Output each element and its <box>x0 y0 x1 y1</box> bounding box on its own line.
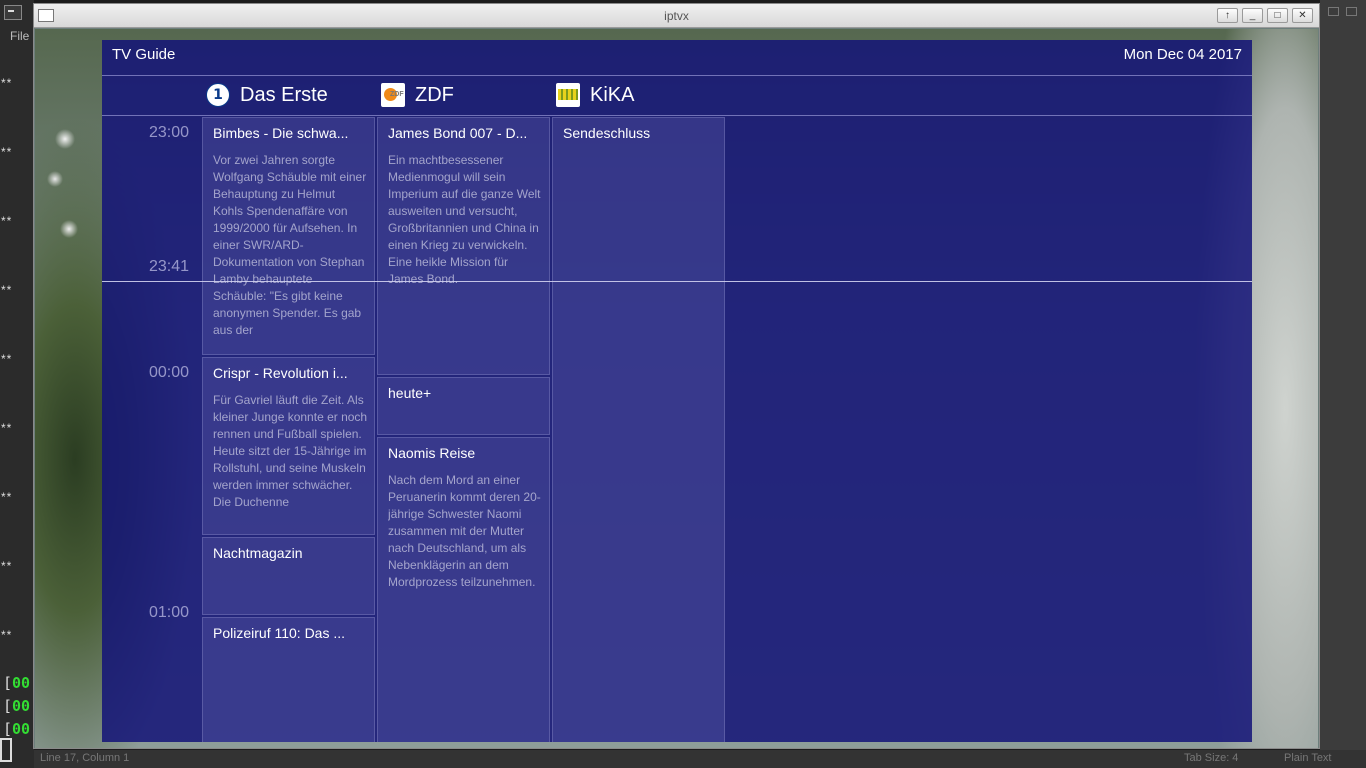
terminal-line: ** <box>1 421 13 435</box>
terminal-line: ** <box>1 214 13 228</box>
channel-name: Das Erste <box>240 83 328 106</box>
terminal-line: [00 <box>3 674 31 692</box>
current-time-indicator <box>102 281 1252 282</box>
program-title: heute+ <box>388 385 432 401</box>
program-title: Sendeschluss <box>563 125 651 141</box>
terminal-line: ** <box>1 145 13 159</box>
header-divider <box>102 75 1252 76</box>
video-playback[interactable]: TV Guide Mon Dec 04 2017 Das Erste ZDF K… <box>35 29 1318 748</box>
channel-name: ZDF <box>415 83 454 106</box>
time-label: 01:00 <box>148 604 189 621</box>
iptvx-window: iptvx ↑ _ □ ✕ TV Guide Mon Dec 04 2017 D… <box>33 3 1320 749</box>
status-position: Line 17, Column 1 <box>40 752 130 764</box>
program-description: Ein machtbesessener Medienmogul will sei… <box>388 153 541 286</box>
channel-name: KiKA <box>590 83 635 106</box>
restore-icon[interactable] <box>1328 7 1339 16</box>
shade-button[interactable]: ↑ <box>1217 8 1238 23</box>
channel-header-zdf[interactable]: ZDF <box>381 80 454 110</box>
program-description: Vor zwei Jahren sorgte Wolfgang Schäuble… <box>213 153 367 337</box>
channel-header-kika[interactable]: KiKA <box>556 80 634 110</box>
terminal-icon[interactable] <box>4 5 22 20</box>
minimize-button[interactable]: _ <box>1242 8 1263 23</box>
terminal-line: ** <box>1 490 13 504</box>
terminal-line: ** <box>1 559 13 573</box>
menu-file[interactable]: File <box>10 29 29 43</box>
program-cell[interactable]: heute+ <box>377 377 550 435</box>
guide-date: Mon Dec 04 2017 <box>1123 46 1242 63</box>
program-title: James Bond 007 - D... <box>388 125 528 141</box>
guide-title: TV Guide <box>112 46 176 63</box>
time-label: 00:00 <box>148 364 189 381</box>
ard-logo-icon <box>206 83 230 107</box>
channel-divider <box>102 115 1252 116</box>
background-terminal: File ** ** ** ** ** ** ** ** ** [00 [00 … <box>0 0 34 768</box>
program-description: Für Gavriel läuft die Zeit. Als kleiner … <box>213 393 368 509</box>
time-label: 23:00 <box>148 124 189 141</box>
program-description: Nach dem Mord an einer Peruanerin kommt … <box>388 473 541 589</box>
background-window-edge <box>1320 0 1366 768</box>
time-label-current: 23:41 <box>148 258 189 275</box>
terminal-line: [00 <box>3 720 31 738</box>
tv-guide-overlay: TV Guide Mon Dec 04 2017 Das Erste ZDF K… <box>102 40 1252 742</box>
terminal-line: ** <box>1 628 13 642</box>
program-cell[interactable]: James Bond 007 - D... Ein machtbesessene… <box>377 117 550 375</box>
program-cell[interactable]: Polizeiruf 110: Das ... <box>202 617 375 742</box>
window-titlebar[interactable]: iptvx ↑ _ □ ✕ <box>34 4 1319 28</box>
program-title: Bimbes - Die schwa... <box>213 125 349 141</box>
program-title: Crispr - Revolution i... <box>213 365 348 381</box>
kika-logo-icon <box>556 83 580 107</box>
zdf-logo-icon <box>381 83 405 107</box>
close-button[interactable]: ✕ <box>1292 8 1313 23</box>
status-syntax[interactable]: Plain Text <box>1284 752 1332 764</box>
program-cell[interactable]: Crispr - Revolution i... Für Gavriel läu… <box>202 357 375 535</box>
terminal-line: ** <box>1 76 13 90</box>
channel-header-das-erste[interactable]: Das Erste <box>206 80 328 110</box>
close-icon[interactable] <box>1346 7 1357 16</box>
maximize-button[interactable]: □ <box>1267 8 1288 23</box>
program-cell[interactable]: Nachtmagazin <box>202 537 375 615</box>
program-cell[interactable]: Sendeschluss <box>552 117 725 742</box>
video-frame-detail <box>45 119 85 299</box>
program-title: Naomis Reise <box>388 445 476 461</box>
terminal-line: ** <box>1 283 13 297</box>
program-title: Polizeiruf 110: Das ... <box>213 625 346 641</box>
window-title: iptvx <box>664 9 689 23</box>
program-title: Nachtmagazin <box>213 545 303 561</box>
terminal-line: [00 <box>3 697 31 715</box>
background-statusbar: Line 17, Column 1 Tab Size: 4 Plain Text <box>34 750 1366 768</box>
status-tab-size[interactable]: Tab Size: 4 <box>1184 752 1238 764</box>
program-cell[interactable]: Naomis Reise Nach dem Mord an einer Peru… <box>377 437 550 742</box>
terminal-line: ** <box>1 352 13 366</box>
terminal-cursor <box>0 738 12 762</box>
program-cell[interactable]: Bimbes - Die schwa... Vor zwei Jahren so… <box>202 117 375 355</box>
